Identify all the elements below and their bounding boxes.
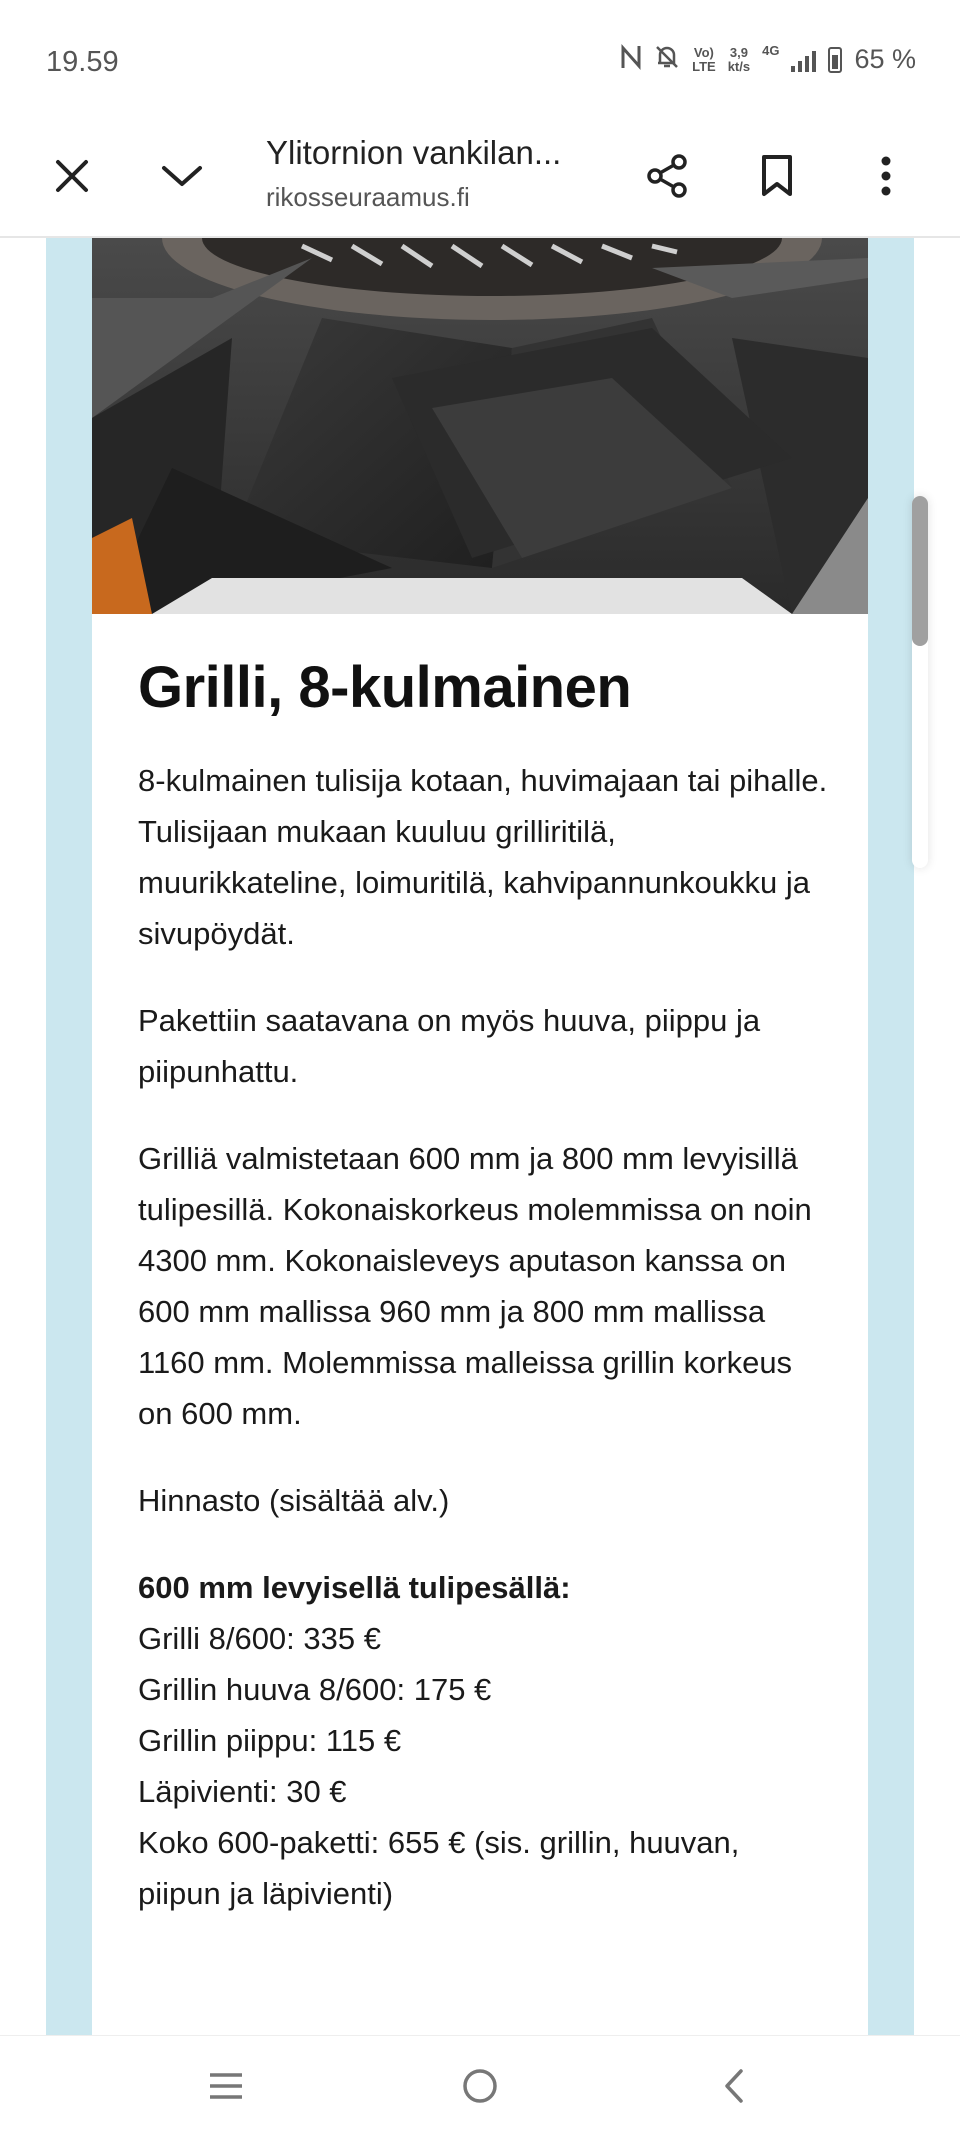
article-paragraph-dimensions: Grilliä valmistetaan 600 mm ja 800 mm le… [138,1141,812,1431]
speed-value: 3,9 [729,44,748,60]
article-paragraph-package: Pakettiin saatavana on myös huuva, piipp… [138,1003,761,1089]
recent-apps-button[interactable] [196,2056,256,2116]
close-button[interactable] [40,144,104,208]
status-bar: 19.59 Vo) LTE 3,9 kt/s 4G 65 % [0,0,960,120]
scrollbar-thumb[interactable] [912,496,928,646]
home-icon [463,2069,497,2103]
status-icons: Vo) LTE 3,9 kt/s 4G 65 % [620,44,916,75]
price-line: Grillin huuva 8/600: 175 € [138,1672,492,1707]
status-time: 19.59 [46,46,119,78]
network-type: 4G [762,43,780,58]
volte-top: Vo) [693,44,714,60]
collapse-button[interactable] [150,144,214,208]
system-nav-bar [0,2035,960,2133]
page-title[interactable]: Ylitornion vankilan... [266,134,561,172]
article-heading: Grilli, 8-kulmainen [138,655,632,720]
product-image [92,238,868,614]
home-button[interactable] [450,2056,510,2116]
price-list: 600 mm levyisellä tulipesällä: Grilli 8/… [138,1562,828,1919]
browser-toolbar: Ylitornion vankilan... rikosseuraamus.fi [0,120,960,238]
share-icon [647,154,687,198]
price-list-heading: 600 mm levyisellä tulipesällä: [138,1570,571,1605]
back-button[interactable] [704,2056,764,2116]
bookmark-button[interactable] [745,144,809,208]
bookmark-icon [762,155,792,196]
close-icon [56,160,88,192]
more-vert-icon [881,156,891,196]
battery-icon [828,46,843,73]
battery-level: 65 % [854,44,916,74]
recent-apps-icon [210,2073,242,2099]
back-icon [725,2069,743,2103]
price-line: Läpivienti: 30 € [138,1774,347,1809]
volte-indicator: Vo) LTE [692,44,716,74]
price-line: Grillin piippu: 115 € [138,1723,402,1758]
price-line: Grilli 8/600: 335 € [138,1621,381,1656]
signal-icon [791,48,817,72]
volte-bottom: LTE [692,58,716,74]
network-speed: 3,9 kt/s [727,44,751,74]
speed-unit: kt/s [727,58,751,74]
price-line: Koko 600-paketti: 655 € (sis. grillin, h… [138,1825,740,1911]
page-url[interactable]: rikosseuraamus.fi [266,182,470,213]
chevron-down-icon [162,166,202,186]
article-body: Grilli, 8-kulmainen 8-kulmainen tulisija… [138,654,828,1919]
more-menu-button[interactable] [854,144,918,208]
article-paragraph-description: 8-kulmainen tulisija kotaan, huvimajaan … [138,763,828,951]
nfc-icon [620,44,642,75]
product-card: Grilli, 8-kulmainen 8-kulmainen tulisija… [92,238,868,2035]
article-paragraph-pricelist: Hinnasto (sisältää alv.) [138,1483,450,1518]
mute-icon [654,44,680,75]
share-button[interactable] [636,144,700,208]
